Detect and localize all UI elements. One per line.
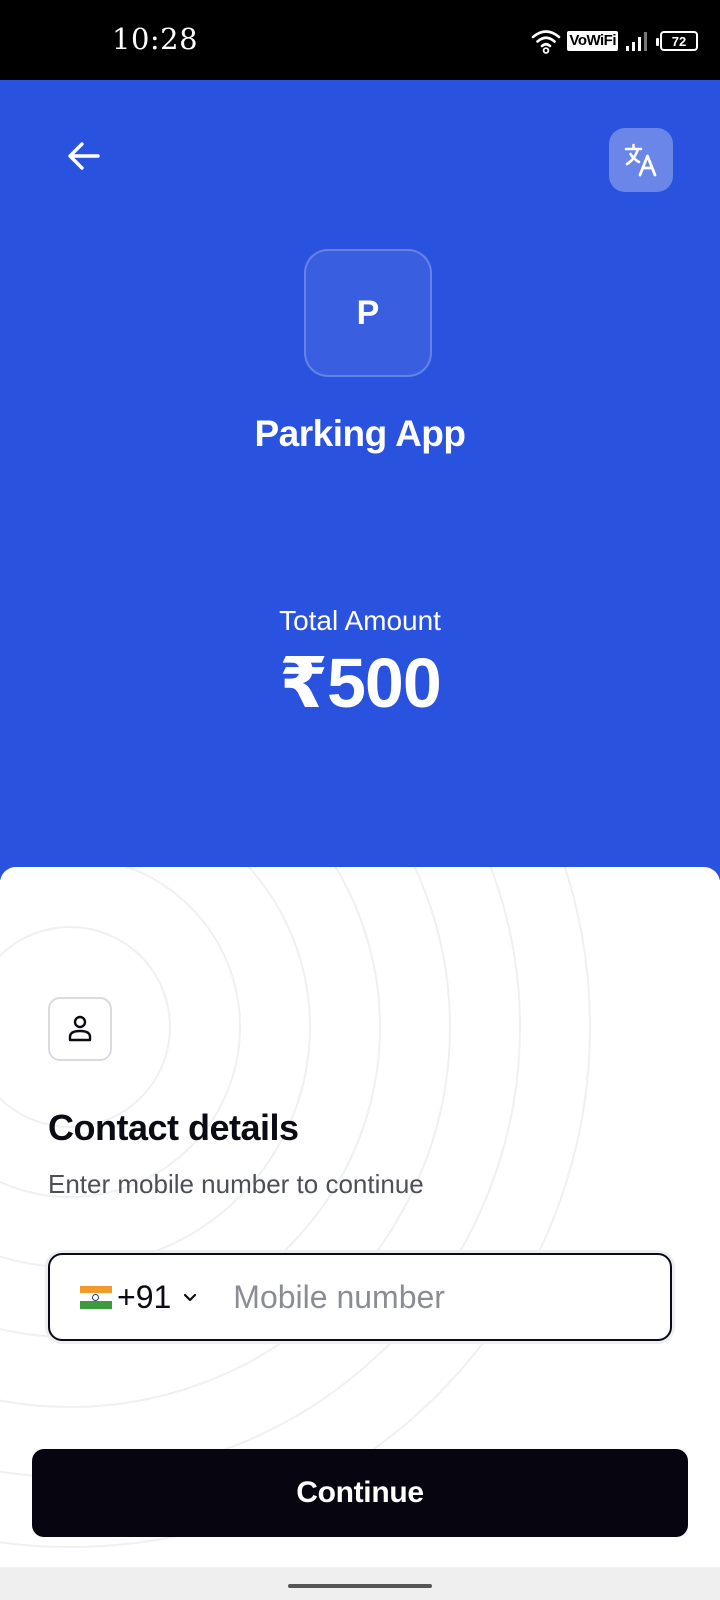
app-logo: P xyxy=(304,249,432,377)
mobile-number-input[interactable] xyxy=(233,1278,670,1316)
battery-level: 72 xyxy=(671,33,687,49)
wifi-icon xyxy=(532,30,561,54)
vowifi-badge: VoWiFi xyxy=(567,31,618,51)
translate-icon xyxy=(624,143,657,177)
contact-subtitle: Enter mobile number to continue xyxy=(48,1169,424,1199)
arrow-left-icon xyxy=(68,142,100,170)
continue-button[interactable]: Continue xyxy=(32,1449,688,1537)
app-logo-letter: P xyxy=(356,293,380,332)
home-indicator[interactable] xyxy=(288,1584,432,1588)
status-bar: 10:28 VoWiFi 72 xyxy=(0,0,720,80)
signal-icon xyxy=(626,32,647,51)
app-name: Parking App xyxy=(254,413,466,454)
phone-field: +91 xyxy=(48,1253,672,1341)
payment-header: P Parking App Total Amount ₹500 xyxy=(0,80,720,880)
battery-icon: 72 xyxy=(656,31,698,51)
country-code-picker[interactable]: +91 xyxy=(80,1279,199,1316)
chevron-down-icon xyxy=(184,1293,197,1302)
total-amount-label: Total Amount xyxy=(279,605,441,636)
country-code: +91 xyxy=(117,1278,172,1315)
total-amount-value: ₹500 xyxy=(279,644,442,722)
translate-button[interactable] xyxy=(609,128,673,192)
person-icon xyxy=(68,1015,92,1042)
contact-icon-box xyxy=(48,997,112,1061)
back-button[interactable] xyxy=(58,130,110,182)
contact-title: Contact details xyxy=(48,1107,299,1148)
status-time: 10:28 xyxy=(112,22,199,56)
navigation-bar xyxy=(0,1567,720,1600)
status-icons: VoWiFi 72 xyxy=(531,26,698,56)
india-flag-icon xyxy=(80,1285,112,1309)
